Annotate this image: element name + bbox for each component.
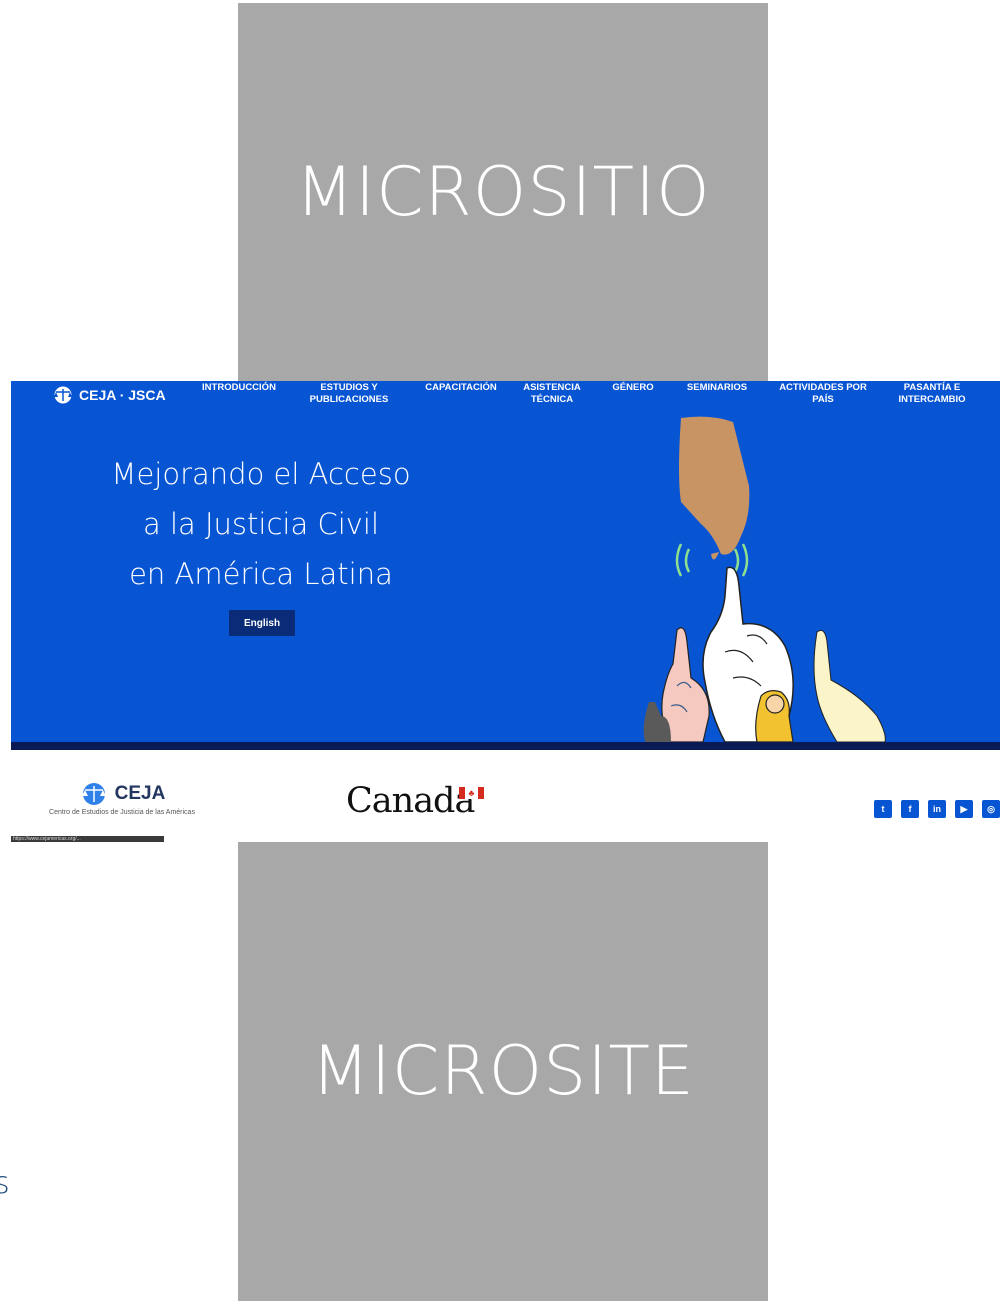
hero-title: Mejorando el Acceso a la Justicia Civil … bbox=[111, 457, 411, 591]
cropped-edge-text: s bbox=[0, 1166, 10, 1201]
site-logo[interactable]: CEJA · JSCA bbox=[52, 386, 166, 404]
english-button[interactable]: English bbox=[229, 610, 295, 636]
nav-item-actividades[interactable]: ACTIVIDADES POR PAÍS bbox=[771, 382, 875, 406]
nav-item-introduccion[interactable]: INTRODUCCIÓN bbox=[199, 382, 279, 394]
facebook-icon[interactable]: f bbox=[901, 800, 919, 818]
site-logo-text: CEJA · JSCA bbox=[79, 387, 166, 403]
microsite-label-es: MICROSITIO bbox=[295, 152, 711, 232]
nav-item-estudios[interactable]: ESTUDIOS Y PUBLICACIONES bbox=[299, 382, 399, 406]
scales-logo-icon bbox=[54, 386, 72, 404]
microsite-label-en: MICROSITE bbox=[311, 1032, 695, 1111]
ceja-name: CEJA bbox=[114, 783, 166, 804]
hero-bottom-bar bbox=[11, 742, 1000, 750]
nav-item-capacitacion[interactable]: CAPACITACIÓN bbox=[416, 382, 506, 394]
nav-item-pasantia[interactable]: PASANTÍA E INTERCAMBIO bbox=[889, 382, 975, 406]
twitter-icon[interactable]: t bbox=[874, 800, 892, 818]
canada-wordmark: Canada bbox=[346, 781, 475, 821]
link-url-tooltip: https://www.cejamericas.org/... bbox=[11, 836, 164, 842]
nav-item-seminarios[interactable]: SEMINARIOS bbox=[681, 382, 753, 394]
hands-illustration bbox=[643, 416, 886, 742]
social-icons: t f in ▶ ◎ bbox=[874, 800, 1000, 818]
linkedin-icon[interactable]: in bbox=[928, 800, 946, 818]
website-screenshot: CEJA · JSCA INTRODUCCIÓN ESTUDIOS Y PUBL… bbox=[11, 381, 1000, 750]
youtube-icon[interactable]: ▶ bbox=[955, 800, 973, 818]
ceja-footer-logo[interactable]: CEJA Centro de Estudios de Justicia de l… bbox=[42, 782, 202, 816]
microsite-tile-en[interactable]: MICROSITE bbox=[238, 842, 768, 1301]
instagram-icon[interactable]: ◎ bbox=[982, 800, 1000, 818]
nav-item-asistencia[interactable]: ASISTENCIA TÉCNICA bbox=[516, 382, 588, 406]
microsite-tile-es[interactable]: MICROSITIO bbox=[238, 3, 768, 381]
canada-flag-icon: ♣ bbox=[459, 787, 484, 799]
ceja-subtitle: Centro de Estudios de Justicia de las Am… bbox=[49, 809, 195, 816]
ceja-logo-icon bbox=[81, 783, 106, 805]
nav-item-genero[interactable]: GÉNERO bbox=[608, 382, 658, 394]
